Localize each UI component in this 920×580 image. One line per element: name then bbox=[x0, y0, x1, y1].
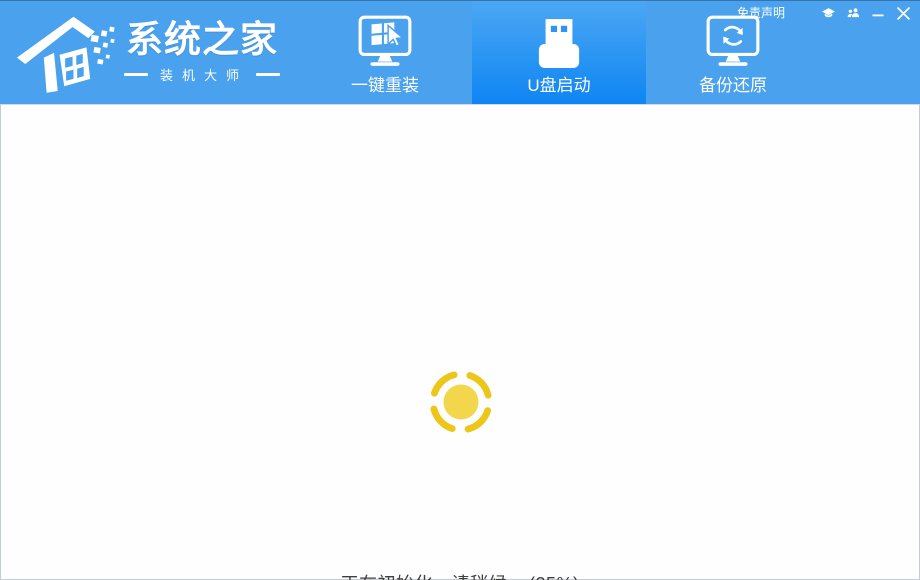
tab-label: U盘启动 bbox=[527, 77, 590, 94]
usb-drive-icon bbox=[536, 12, 582, 70]
app-window: 系统之家 装机大师 bbox=[0, 0, 920, 580]
pixel-house-logo-icon bbox=[16, 7, 118, 97]
user-group-icon[interactable] bbox=[845, 5, 861, 21]
graduation-cap-icon[interactable] bbox=[820, 5, 836, 21]
logo-text: 系统之家 装机大师 bbox=[124, 20, 280, 84]
main-content-panel: 正在初始化，请稍候... (25%) bbox=[0, 104, 920, 580]
initialization-status-text: 正在初始化，请稍候... (25%) bbox=[1, 570, 919, 580]
monitor-windows-cursor-icon bbox=[356, 12, 414, 70]
logo-subtitle-text: 装机大师 bbox=[156, 65, 248, 84]
minimize-icon[interactable] bbox=[870, 5, 886, 21]
titlebar-controls: 免责声明 bbox=[737, 5, 911, 21]
header-bar: 系统之家 装机大师 bbox=[0, 0, 920, 104]
tab-usb-boot[interactable]: U盘启动 bbox=[472, 1, 646, 105]
close-icon[interactable] bbox=[895, 5, 911, 21]
tab-label: 一键重装 bbox=[351, 77, 419, 94]
logo-title: 系统之家 bbox=[126, 20, 278, 61]
tab-label: 备份还原 bbox=[699, 77, 767, 94]
yellow-ring-spinner-icon bbox=[424, 365, 498, 439]
app-logo: 系统之家 装机大师 bbox=[16, 7, 280, 97]
tab-one-key-reinstall[interactable]: 一键重装 bbox=[298, 1, 472, 105]
disclaimer-link[interactable]: 免责声明 bbox=[737, 5, 785, 21]
subtitle-right-dash bbox=[256, 73, 280, 76]
subtitle-left-dash bbox=[124, 73, 148, 76]
logo-subtitle: 装机大师 bbox=[124, 65, 280, 84]
